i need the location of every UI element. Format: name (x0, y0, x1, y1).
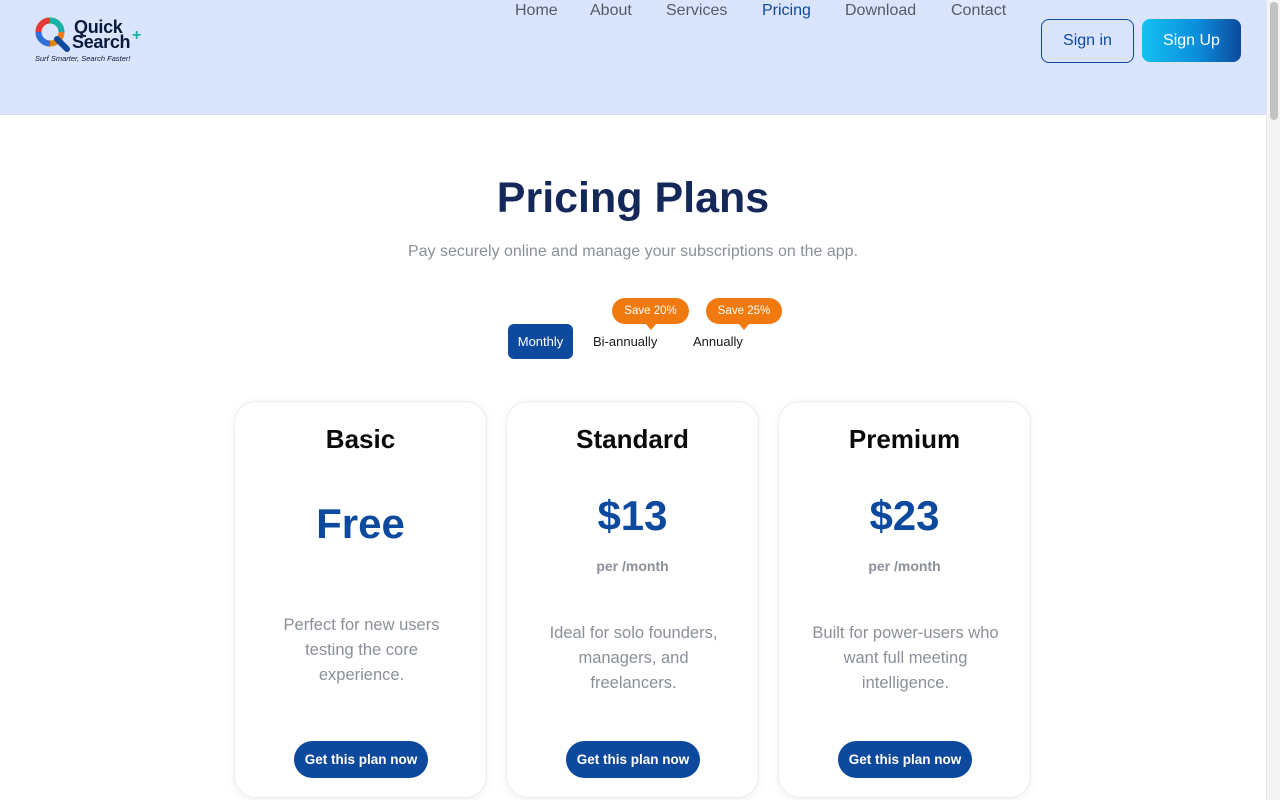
plan-name: Basic (325, 424, 396, 454)
brand-plus: + (132, 27, 142, 44)
plan-price: $13 (597, 492, 668, 539)
plan-description: Ideal for solo founders, managers, and f… (549, 624, 718, 692)
plan-period: per /month (596, 558, 669, 574)
get-plan-button-standard[interactable]: Get this plan now (566, 741, 700, 778)
nav-download[interactable]: Download (845, 2, 916, 20)
quick-search-logo-icon (35, 17, 70, 52)
pricing-page: Quick Search + Surf Smarter, Search Fast… (0, 0, 1280, 800)
plan-card-standard: Standard $13 per /month Ideal for solo f… (506, 401, 759, 798)
billing-option-bi-annually[interactable]: Bi-annually (593, 334, 657, 349)
brand-logo[interactable]: Quick Search + Surf Smarter, Search Fast… (34, 16, 146, 68)
billing-option-monthly[interactable]: Monthly (508, 324, 573, 359)
plan-description: Built for power-users who want full meet… (812, 624, 999, 692)
nav-services[interactable]: Services (666, 2, 727, 20)
page-scrollbar[interactable] (1266, 0, 1280, 800)
plan-period: per /month (868, 558, 941, 574)
plan-name: Premium (848, 424, 961, 454)
plan-card-basic: Basic Free Perfect for new users testing… (234, 401, 487, 798)
site-header: Quick Search + Surf Smarter, Search Fast… (0, 0, 1266, 115)
billing-option-annually[interactable]: Annually (693, 334, 743, 349)
plan-name: Standard (576, 424, 689, 454)
get-plan-button-basic[interactable]: Get this plan now (294, 741, 428, 778)
page-title: Pricing Plans (496, 174, 770, 222)
get-plan-button-premium[interactable]: Get this plan now (838, 741, 972, 778)
nav-home[interactable]: Home (515, 2, 558, 20)
brand-name-line2: Search (72, 32, 131, 52)
plan-card-premium: Premium $23 per /month Built for power-u… (778, 401, 1031, 798)
plan-price: Free (316, 500, 405, 547)
plan-price: $23 (869, 492, 940, 539)
sign-up-button[interactable]: Sign Up (1142, 19, 1241, 62)
page-subtitle: Pay securely online and manage your subs… (407, 243, 859, 260)
save-badge-annually: Save 25% (706, 298, 782, 330)
scrollbar-thumb[interactable] (1270, 2, 1278, 120)
brand-tagline: Surf Smarter, Search Faster! (35, 54, 131, 63)
sign-in-button[interactable]: Sign in (1041, 19, 1134, 63)
nav-pricing[interactable]: Pricing (762, 2, 811, 20)
nav-about[interactable]: About (590, 2, 632, 20)
nav-contact[interactable]: Contact (951, 2, 1006, 20)
save-badge-bi-annually: Save 20% (612, 298, 689, 330)
plan-description: Perfect for new users testing the core e… (283, 616, 440, 684)
